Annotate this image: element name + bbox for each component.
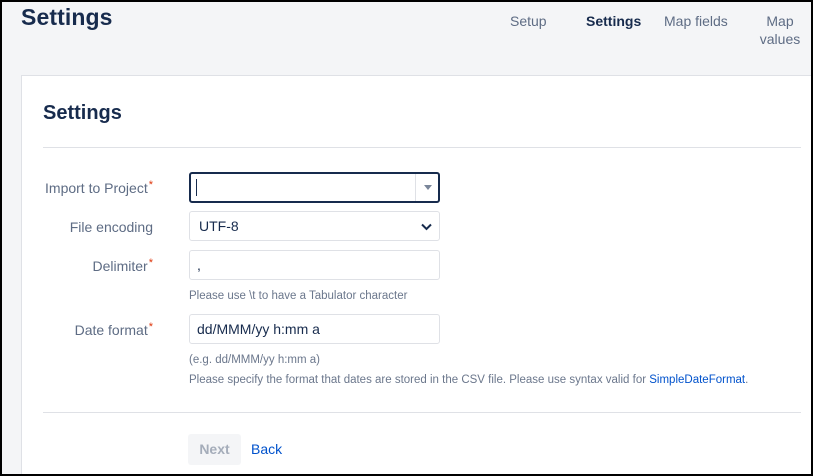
file-encoding-label: File encoding [69, 219, 153, 235]
divider [43, 147, 801, 148]
delimiter-help: Please use \t to have a Tabulator charac… [189, 290, 408, 302]
back-link[interactable]: Back [251, 434, 282, 465]
tab-map-fields[interactable]: Map fields [664, 12, 728, 30]
file-encoding-select[interactable]: UTF-8 [189, 211, 440, 241]
next-button[interactable]: Next [188, 434, 241, 465]
divider [43, 412, 801, 413]
chevron-down-icon [421, 213, 432, 241]
required-marker: * [148, 179, 153, 191]
required-marker: * [148, 321, 153, 333]
date-format-label: Date format* [74, 321, 153, 338]
section-title: Settings [43, 102, 122, 124]
delimiter-label: Delimiter* [92, 257, 153, 274]
app-window: Settings Setup Settings Map fields Map v… [0, 0, 813, 476]
settings-panel: Settings Import to Project* File encodin… [21, 75, 811, 474]
date-format-input[interactable]: dd/MMM/yy h:mm a [189, 314, 440, 344]
date-format-example: (e.g. dd/MMM/yy h:mm a) [189, 354, 320, 366]
tab-setup[interactable]: Setup [510, 12, 547, 30]
wizard-nav: Setup Settings Map fields Map values [2, 12, 811, 52]
chevron-down-icon[interactable] [415, 174, 438, 201]
tab-map-values[interactable]: Map values [758, 12, 802, 48]
import-project-label: Import to Project* [45, 179, 153, 196]
import-project-combobox[interactable] [189, 172, 440, 203]
tab-settings[interactable]: Settings [586, 12, 641, 30]
date-format-help: Please specify the format that dates are… [189, 374, 749, 386]
simpledateformat-link[interactable]: SimpleDateFormat [649, 374, 745, 386]
required-marker: * [148, 257, 153, 269]
text-cursor [196, 179, 197, 196]
file-encoding-value: UTF-8 [199, 218, 239, 234]
delimiter-input[interactable]: , [189, 250, 440, 280]
